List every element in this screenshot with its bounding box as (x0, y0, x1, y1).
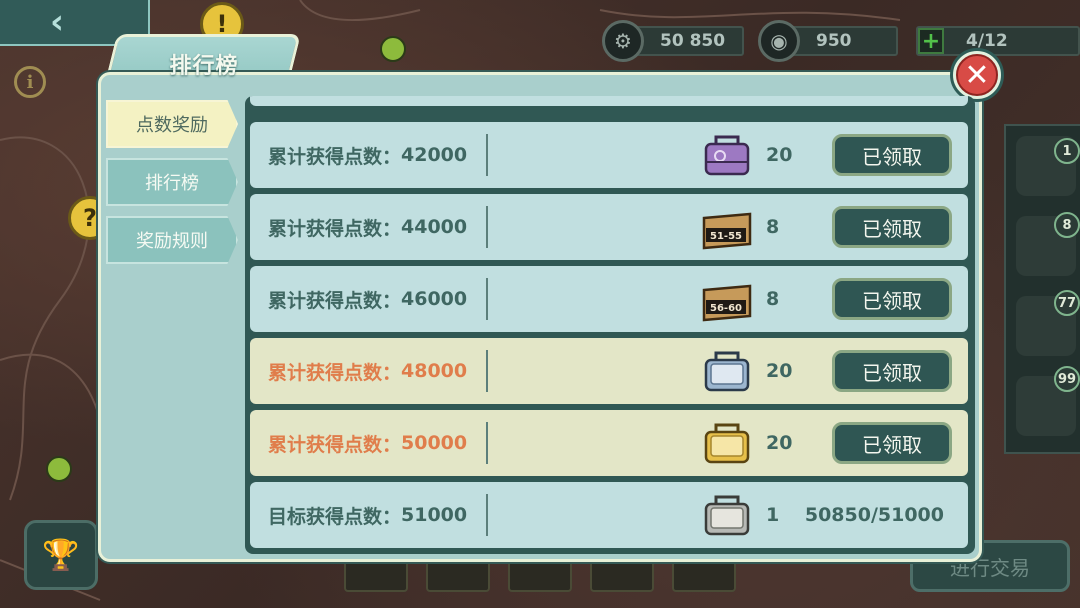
inventory-count: 1 (1054, 138, 1080, 164)
inventory-count: 8 (1054, 212, 1080, 238)
claimed-button[interactable]: 已领取 (832, 422, 952, 464)
row-label: 累计获得点数： 50000 (268, 432, 468, 456)
row-divider (486, 422, 488, 464)
map-pin (380, 36, 406, 62)
reward-quantity: 20 (766, 360, 793, 382)
row-label: 累计获得点数： 46000 (268, 288, 468, 312)
claimed-button[interactable]: 已领取 (832, 350, 952, 392)
map-pin (46, 456, 72, 482)
row-points: 44000 (401, 216, 468, 238)
crate-56-60-icon: 56-60 (702, 284, 752, 322)
svg-text:56-60: 56-60 (710, 303, 742, 314)
bottom-slot (508, 558, 572, 592)
bottom-slot (426, 558, 490, 592)
inventory-count: 99 (1054, 366, 1080, 392)
list-item-partial (250, 96, 968, 106)
list-item: 累计获得点数： 46000 56-60 8 已领取 (250, 266, 968, 332)
row-divider (486, 494, 488, 536)
reward-quantity: 20 (766, 432, 793, 454)
row-points: 48000 (401, 360, 468, 382)
panel-title: 排行榜 (169, 54, 239, 79)
coin-icon: ◉ (758, 20, 800, 62)
reward-list[interactable]: 累计获得点数： 42000 20 已领取 累计获得点数： 44000 51-55 8… (245, 96, 975, 554)
purple-lunchbox-icon (704, 135, 750, 176)
row-divider (486, 278, 488, 320)
row-divider (486, 350, 488, 392)
row-label: 目标获得点数： 51000 (268, 504, 468, 528)
tab-leaderboard[interactable]: 排行榜 (106, 158, 238, 206)
reward-quantity: 8 (766, 216, 780, 238)
trophy-icon[interactable]: 🏆 (24, 520, 98, 590)
info-icon[interactable]: i (14, 66, 46, 98)
row-label: 累计获得点数： 44000 (268, 216, 468, 240)
reward-quantity: 20 (766, 144, 793, 166)
bottom-slot (672, 558, 736, 592)
bottom-slot (344, 558, 408, 592)
add-icon[interactable]: + (918, 28, 944, 54)
claimed-button[interactable]: 已领取 (832, 206, 952, 248)
bottom-slot (590, 558, 654, 592)
claimed-button[interactable]: 已领取 (832, 134, 952, 176)
tab-points-reward[interactable]: 点数奖励 (106, 100, 238, 148)
reward-quantity: 8 (766, 288, 780, 310)
row-label: 累计获得点数： 42000 (268, 144, 468, 168)
list-item: 累计获得点数： 44000 51-55 8 已领取 (250, 194, 968, 260)
list-item: 累计获得点数： 42000 20 已领取 (250, 122, 968, 188)
silver-lunchbox-icon (704, 495, 750, 536)
side-inventory: 1 8 77 99 (1004, 124, 1080, 454)
row-divider (486, 134, 488, 176)
gear-icon: ⚙ (602, 20, 644, 62)
list-item-target: 目标获得点数： 51000 1 50850/51000 (250, 482, 968, 548)
progress-text: 50850/51000 (804, 504, 944, 526)
row-label: 累计获得点数： 48000 (268, 360, 468, 384)
reward-quantity: 1 (766, 504, 780, 526)
svg-text:51-55: 51-55 (710, 231, 742, 242)
row-points: 46000 (401, 288, 468, 310)
row-points: 50000 (401, 432, 468, 454)
tab-reward-rules[interactable]: 奖励规则 (106, 216, 238, 264)
quantum-value: 950 (816, 31, 852, 51)
row-points: 42000 (401, 144, 468, 166)
chevron-left-icon: ‹ (50, 2, 65, 42)
close-icon: ✕ (956, 54, 998, 96)
blue-lunchbox-icon (704, 351, 750, 392)
inventory-count: 77 (1054, 290, 1080, 316)
row-divider (486, 206, 488, 248)
list-item-highlighted: 累计获得点数： 48000 20 已领取 (250, 338, 968, 404)
crate-51-55-icon: 51-55 (702, 212, 752, 250)
claimed-button[interactable]: 已领取 (832, 278, 952, 320)
list-item-highlighted: 累计获得点数： 50000 20 已领取 (250, 410, 968, 476)
gold-lunchbox-icon (704, 423, 750, 464)
close-button[interactable]: ✕ (950, 48, 1004, 102)
caps-value: 50 850 (660, 31, 726, 51)
row-points: 51000 (401, 504, 468, 526)
